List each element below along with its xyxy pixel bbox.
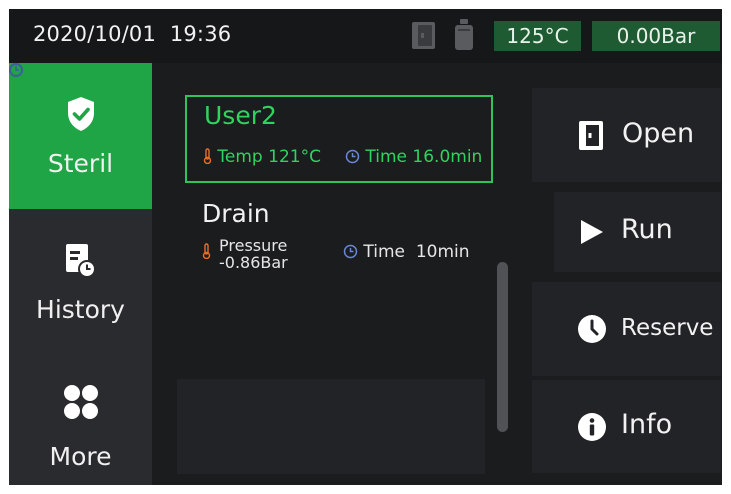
empty-list-slot (177, 379, 485, 474)
sidebar-item-label: Steril (47, 149, 114, 178)
button-label: Run (621, 214, 673, 245)
time-text: 19:36 (169, 22, 232, 46)
sidebar-item-label: History (36, 295, 125, 324)
param-label: Temp (217, 147, 263, 167)
reserve-button[interactable]: Reserve (532, 282, 721, 376)
sidebar-item-more[interactable]: More (9, 346, 152, 485)
list-scrollbar[interactable] (497, 262, 508, 432)
program-time: Time 16.0min (345, 147, 482, 167)
play-icon (581, 220, 603, 244)
info-button[interactable]: Info (532, 380, 721, 473)
program-name: User2 (204, 101, 277, 130)
schedule-indicator-icon (9, 63, 23, 77)
device-screen: 2020/10/01 19:36 125°C 0.00Bar Steril Hi… (9, 9, 722, 485)
time-value: 16.0min (412, 147, 483, 167)
program-item-drain[interactable]: Drain Pressure -0.86Bar Time 10min (185, 195, 493, 275)
thermometer-icon (203, 148, 212, 165)
param-value: 121°C (268, 147, 321, 167)
open-button[interactable]: Open (532, 88, 721, 182)
run-button[interactable]: Run (554, 192, 721, 272)
sidebar-item-history[interactable]: History (9, 209, 152, 346)
program-params: Pressure -0.86Bar (219, 237, 288, 271)
time-label: Time (363, 242, 406, 262)
clock-icon (578, 315, 606, 343)
thermometer-icon (202, 243, 211, 259)
temperature-badge: 125°C (494, 21, 581, 51)
sidebar: Steril History More (9, 63, 152, 485)
clock-icon (345, 149, 360, 164)
param-label: Pressure (219, 236, 288, 255)
date-time: 2020/10/01 19:36 (33, 22, 231, 46)
water-bottle-icon (455, 19, 473, 50)
shield-check-icon (67, 97, 94, 131)
program-name: Drain (202, 199, 270, 228)
button-label: Reserve (621, 315, 714, 341)
program-item-user2[interactable]: User2 Temp 121°C Time 16.0min (185, 95, 493, 183)
info-icon (578, 413, 606, 441)
grid-dots-icon (63, 385, 98, 419)
button-label: Info (621, 409, 673, 440)
program-time: Time 10min (343, 242, 470, 262)
button-label: Open (622, 118, 695, 149)
program-params: Temp 121°C (203, 147, 321, 167)
sidebar-item-label: More (49, 442, 112, 471)
time-label: Time (365, 147, 408, 167)
history-document-icon (65, 244, 96, 278)
door-status-icon (412, 22, 435, 49)
door-open-icon (579, 121, 603, 150)
clock-icon (343, 244, 358, 259)
status-bar: 2020/10/01 19:36 125°C 0.00Bar (9, 9, 722, 63)
param-value: -0.86Bar (219, 253, 288, 272)
time-value: 10min (415, 242, 470, 262)
date-text: 2020/10/01 (33, 22, 157, 46)
sidebar-item-steril[interactable]: Steril (9, 63, 152, 209)
pressure-badge: 0.00Bar (592, 21, 720, 51)
